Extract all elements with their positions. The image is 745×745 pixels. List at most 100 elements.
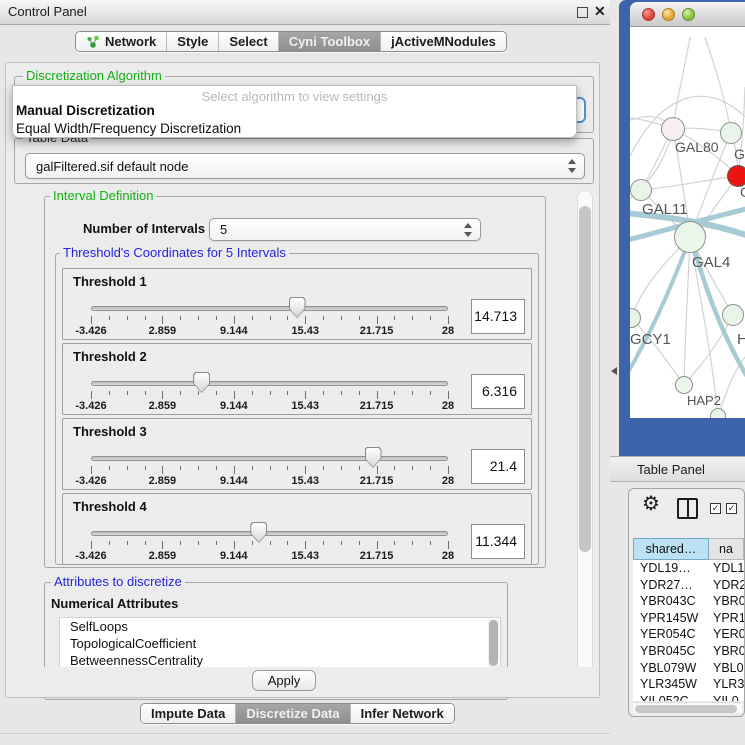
tab-jactivemnodules-label: jActiveMNodules xyxy=(391,34,496,49)
slider-tick xyxy=(448,541,449,549)
table-data-combo[interactable]: galFiltered.sif default node xyxy=(25,153,585,179)
close-icon[interactable]: ✕ xyxy=(594,3,606,20)
network-node[interactable] xyxy=(674,221,706,253)
slider-tick xyxy=(91,466,92,474)
network-icon xyxy=(86,35,100,49)
network-node[interactable] xyxy=(675,376,693,394)
tab-cyni-toolbox[interactable]: Cyni Toolbox xyxy=(279,32,381,51)
threshold-value-field[interactable]: 11.344 xyxy=(471,524,525,559)
table-cell-shared-name: YBL079W xyxy=(633,660,709,677)
slider-handle[interactable] xyxy=(250,522,267,543)
tab-network[interactable]: Network xyxy=(76,32,167,51)
network-node-label: C xyxy=(740,184,745,200)
popup-option-manual-discretization[interactable]: Manual Discretization xyxy=(16,103,155,118)
scale-label: 2.859 xyxy=(149,325,177,337)
slider-tick xyxy=(234,541,235,549)
splitter-collapse-arrow[interactable] xyxy=(611,367,617,375)
tab-style[interactable]: Style xyxy=(167,32,219,51)
network-node[interactable] xyxy=(722,304,744,326)
checkbox-icon[interactable]: ✓ xyxy=(710,503,721,514)
slider-tick xyxy=(216,391,217,395)
tab-infer-network[interactable]: Infer Network xyxy=(351,704,454,723)
slider-tick xyxy=(287,541,288,545)
network-node[interactable] xyxy=(710,408,726,418)
slider-tick xyxy=(448,391,449,399)
table-cell-name: YPR1 xyxy=(709,610,744,627)
slider-track[interactable] xyxy=(91,531,448,536)
table-row[interactable]: YPR145WYPR1 xyxy=(633,610,744,627)
attribute-list-item[interactable]: TopologicalCoefficient xyxy=(60,635,500,652)
algorithm-dropdown-popup: Select algorithm to view settings Manual… xyxy=(12,85,577,138)
slider-track[interactable] xyxy=(91,456,448,461)
scale-label: 28 xyxy=(442,550,454,562)
slider-tick xyxy=(377,541,378,549)
slider-track[interactable] xyxy=(91,381,448,386)
table-row[interactable]: YDL19…YDL1 xyxy=(633,560,744,577)
table-row[interactable]: YDR27…YDR2 xyxy=(633,577,744,594)
tab-impute-data[interactable]: Impute Data xyxy=(141,704,236,723)
slider-handle[interactable] xyxy=(365,447,382,468)
tab-jactivemnodules[interactable]: jActiveMNodules xyxy=(381,32,506,51)
tab-discretize-data[interactable]: Discretize Data xyxy=(236,704,350,723)
float-window-icon[interactable] xyxy=(577,7,588,18)
slider-tick xyxy=(430,466,431,470)
table-row[interactable]: YBL079WYBL0 xyxy=(633,660,744,677)
table-row[interactable]: YER054CYER0 xyxy=(633,626,744,643)
tab-select[interactable]: Select xyxy=(219,32,278,51)
main-scrollbar-thumb[interactable] xyxy=(579,206,591,552)
slider-tick xyxy=(180,466,181,470)
threshold-block: Threshold 4 -3.4262.8599.14415.4321.7152… xyxy=(62,493,532,565)
network-node[interactable] xyxy=(720,122,742,144)
table-row[interactable]: YBR045CYBR0 xyxy=(633,643,744,660)
attribute-list-item[interactable]: SelfLoops xyxy=(60,618,500,635)
slider-tick xyxy=(198,316,199,320)
network-canvas[interactable]: GAL80GACGAL11GAL4GCY1HHAP2 xyxy=(630,27,745,418)
network-node-label: H xyxy=(737,331,745,348)
popup-option-equal-width-frequency[interactable]: Equal Width/Frequency Discretization xyxy=(16,121,241,136)
threshold-block: Threshold 1 -3.4262.8599.14415.4321.7152… xyxy=(62,268,532,340)
slider-tick xyxy=(270,391,271,395)
network-node[interactable] xyxy=(661,117,685,141)
zoom-traffic-light-icon[interactable] xyxy=(682,8,695,21)
interval-definition-group: Interval Definition Number of Intervals … xyxy=(44,196,546,568)
gear-icon[interactable]: ⚙ xyxy=(642,494,660,514)
network-window-titlebar[interactable] xyxy=(630,2,745,27)
table-row[interactable]: YIL052CYIL0 xyxy=(633,693,744,701)
attributes-list-scrollbar[interactable] xyxy=(488,619,499,667)
slider-tick xyxy=(394,316,395,320)
slider-handle[interactable] xyxy=(193,372,210,393)
numerical-attributes-list[interactable]: SelfLoopsTopologicalCoefficientBetweenne… xyxy=(59,617,501,669)
slider-handle[interactable] xyxy=(289,297,306,318)
threshold-value-field[interactable]: 21.4 xyxy=(471,449,525,484)
apply-button[interactable]: Apply xyxy=(252,670,316,691)
threshold-value-field[interactable]: 14.713 xyxy=(471,299,525,334)
table-hscrollbar-track[interactable] xyxy=(633,702,742,713)
table-hscrollbar-thumb[interactable] xyxy=(635,705,737,713)
threshold-value-field[interactable]: 6.316 xyxy=(471,374,525,409)
split-columns-icon[interactable] xyxy=(677,498,698,519)
column-header-shared-name[interactable]: shared… xyxy=(633,538,709,560)
slider-tick xyxy=(323,541,324,545)
checkbox-icon[interactable]: ✓ xyxy=(726,503,737,514)
table-row[interactable]: YLR345WYLR3 xyxy=(633,676,744,693)
network-node[interactable] xyxy=(630,179,652,201)
slider-tick xyxy=(198,466,199,470)
column-header-name[interactable]: na xyxy=(709,538,744,560)
slider-tick xyxy=(394,466,395,470)
slider-track[interactable] xyxy=(91,306,448,311)
slider-tick xyxy=(359,466,360,470)
tab-select-label: Select xyxy=(229,34,267,49)
table-cell-shared-name: YPR145W xyxy=(633,610,709,627)
tab-network-label: Network xyxy=(105,34,156,49)
scale-label: 2.859 xyxy=(149,550,177,562)
close-traffic-light-icon[interactable] xyxy=(642,8,655,21)
table-body[interactable]: YDL19…YDL1YDR27…YDR2YBR043CYBR0YPR145WYP… xyxy=(633,560,744,701)
minimize-traffic-light-icon[interactable] xyxy=(662,8,675,21)
number-of-intervals-combo[interactable]: 5 xyxy=(209,218,481,241)
main-scrollbar-track[interactable] xyxy=(577,190,593,692)
threshold-label: Threshold 1 xyxy=(73,274,147,289)
table-cell-shared-name: YIL052C xyxy=(633,693,709,701)
slider-tick xyxy=(430,391,431,395)
slider-tick xyxy=(252,316,253,320)
table-row[interactable]: YBR043CYBR0 xyxy=(633,593,744,610)
